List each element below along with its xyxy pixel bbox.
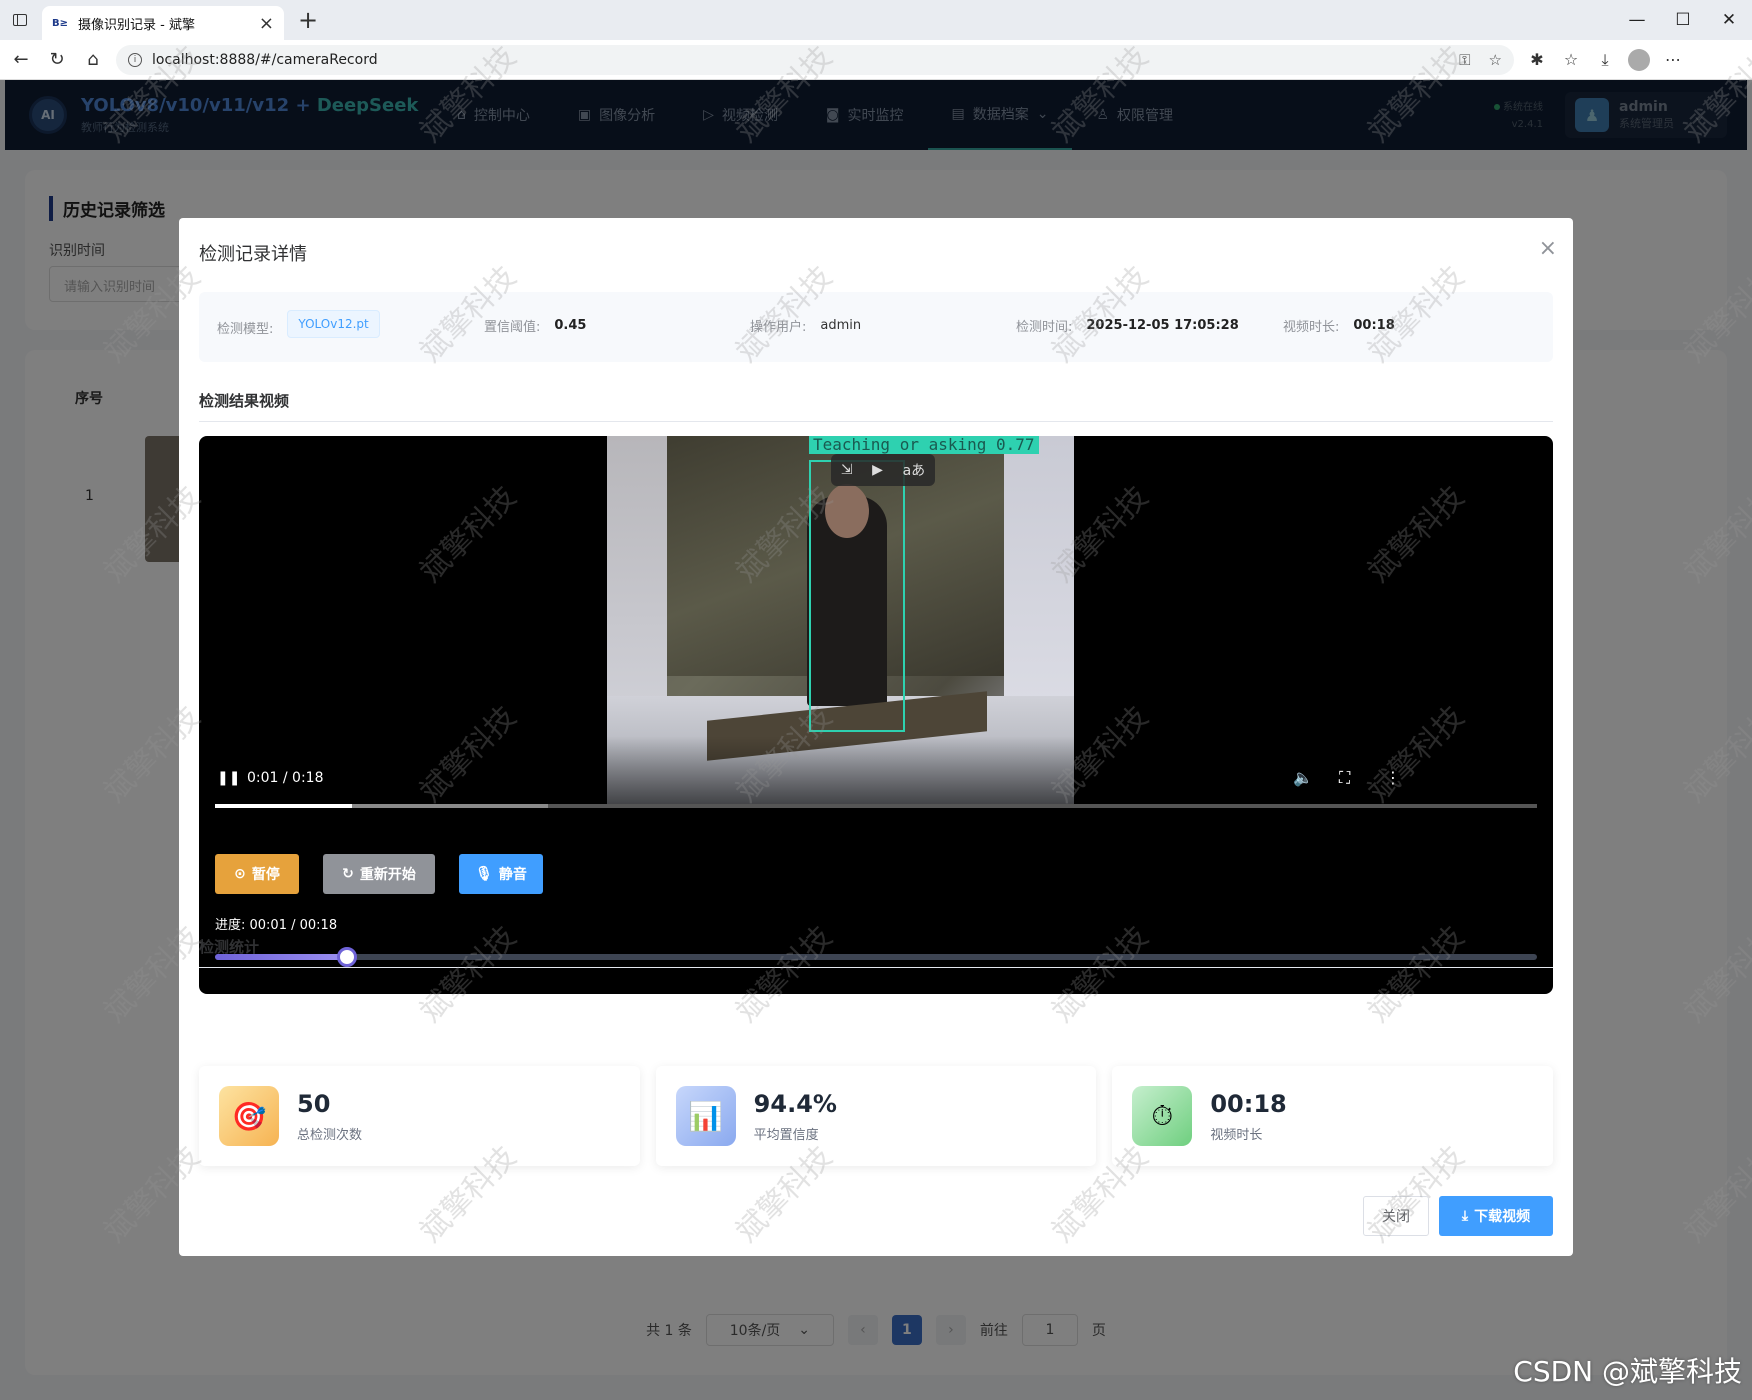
duration-label: 视频时长: (1283, 320, 1340, 335)
browser-tools: ✱ ☆ ⤓ ⋯ (1522, 45, 1688, 75)
time-value: 2025-12-05 17:05:28 (1086, 318, 1239, 333)
pause-icon: ⊙ (234, 866, 246, 882)
pause-button[interactable]: ⊙ 暂停 (215, 854, 299, 894)
reload-icon[interactable]: ↻ (42, 45, 72, 75)
duration-value: 00:18 (1353, 318, 1395, 333)
detail-dialog: 检测记录详情 × 检测模型: YOLOv12.pt 置信阈值: 0.45 操作用… (179, 218, 1573, 1256)
played-bar (215, 804, 353, 808)
browser-tab[interactable]: B≥ 摄像识别记录 - 斌擎 × (42, 6, 284, 40)
window-controls: — ☐ ✕ (1614, 0, 1752, 40)
cast-icon[interactable]: ▶ (872, 462, 883, 478)
site-info-icon[interactable]: i (128, 52, 142, 67)
profile-avatar[interactable] (1628, 48, 1650, 71)
stat-card-duration: ⏱ 00:18 视频时长 (1112, 1066, 1554, 1166)
model-label: 检测模型: (217, 321, 274, 337)
info-duration: 视频时长: 00:18 (1283, 316, 1395, 335)
refresh-icon: ↻ (342, 866, 354, 882)
conf-label: 置信阈值: (484, 320, 541, 335)
volume-icon[interactable]: 🔈 (1293, 768, 1313, 787)
pip-icon[interactable]: ⇲ (841, 462, 853, 478)
stat-label: 总检测次数 (297, 1127, 363, 1143)
native-pause-icon[interactable]: ❚❚ (217, 770, 240, 786)
stat-value: 50 (297, 1089, 331, 1118)
conf-value: 0.45 (554, 318, 587, 333)
stat-value: 94.4% (753, 1089, 837, 1118)
browser-titlebar: B≥ 摄像识别记录 - 斌擎 × + — ☐ ✕ (0, 0, 1752, 40)
close-button[interactable]: 关闭 (1363, 1196, 1429, 1236)
detection-box (809, 460, 905, 732)
time-label: 检测时间: (1016, 320, 1073, 335)
new-tab-icon[interactable]: + (298, 6, 318, 34)
tab-actions-icon[interactable] (0, 0, 40, 40)
record-info-bar: 检测模型: YOLOv12.pt 置信阈值: 0.45 操作用户: admin … (199, 292, 1553, 362)
stat-card-total: 🎯 50 总检测次数 (199, 1066, 640, 1166)
csdn-credit: CSDN @斌擎科技 (1513, 1355, 1742, 1388)
favorite-star-icon[interactable]: ☆ (1489, 51, 1502, 69)
user-label: 操作用户: (750, 320, 807, 335)
progress-text: 进度: 00:01 / 00:18 (215, 918, 338, 933)
favorites-icon[interactable]: ☆ (1556, 45, 1586, 75)
fullscreen-icon[interactable]: ⛶ (1339, 768, 1350, 788)
more-options-icon[interactable]: ⋮ (1385, 768, 1401, 787)
download-video-button[interactable]: ⤓ 下载视频 (1439, 1196, 1553, 1236)
pause-label: 暂停 (251, 867, 280, 883)
video-hover-toolbar: ⇲ ▶ aあ (831, 454, 935, 486)
bar-chart-icon: 📊 (675, 1086, 736, 1146)
stat-label: 平均置信度 (753, 1127, 819, 1143)
url-text[interactable]: localhost:8888/#/cameraRecord (152, 52, 1441, 68)
stopwatch-icon: ⏱ (1132, 1086, 1193, 1146)
target-icon: 🎯 (219, 1086, 279, 1146)
mute-label: 静音 (498, 867, 527, 883)
info-confidence: 置信阈值: 0.45 (484, 316, 586, 335)
minimize-icon[interactable]: — (1614, 0, 1660, 40)
more-icon[interactable]: ⋯ (1658, 45, 1688, 75)
dialog-footer: 关闭 ⤓ 下载视频 (1363, 1196, 1553, 1236)
native-time: 0:01 / 0:18 (247, 770, 324, 786)
address-bar[interactable]: i localhost:8888/#/cameraRecord ⚿ ☆ (116, 44, 1514, 75)
stats-section-title: 检测统计 (199, 936, 1553, 968)
home-browser-icon[interactable]: ⌂ (78, 45, 108, 75)
translate-icon[interactable]: aあ (903, 460, 926, 480)
maximize-icon[interactable]: ☐ (1660, 0, 1706, 40)
app-root: { "browser": { "tab_title": "摄像识别记录 - 斌擎… (0, 0, 1752, 1400)
dialog-title: 检测记录详情 (199, 244, 307, 265)
user-value: admin (820, 318, 862, 333)
stat-card-confidence: 📊 94.4% 平均置信度 (655, 1066, 1097, 1166)
detection-label: Teaching or asking 0.77 (809, 436, 1039, 454)
stat-label: 视频时长 (1210, 1127, 1263, 1143)
favicon-icon: B≥ (52, 17, 69, 29)
microphone-icon: 🎙 (475, 866, 493, 882)
browser-toolbar: ← ↻ ⌂ i localhost:8888/#/cameraRecord ⚿ … (0, 40, 1752, 80)
window-close-icon[interactable]: ✕ (1706, 0, 1752, 40)
restart-button[interactable]: ↻ 重新开始 (323, 854, 435, 894)
info-user: 操作用户: admin (750, 316, 861, 335)
tab-title: 摄像识别记录 - 斌擎 (78, 17, 195, 33)
info-time: 检测时间: 2025-12-05 17:05:28 (1016, 316, 1239, 335)
model-tag: YOLOv12.pt (287, 310, 380, 338)
download-icon: ⤓ (1461, 1208, 1469, 1224)
video-section-title: 检测结果视频 (199, 390, 1553, 422)
stat-value: 00:18 (1210, 1089, 1287, 1118)
native-controls: ❚❚ 0:01 / 0:18 🔈 ⛶ ⋮ (199, 736, 1553, 808)
dialog-close-icon[interactable]: × (1539, 236, 1557, 261)
extensions-icon[interactable]: ✱ (1522, 45, 1552, 75)
download-label: 下载视频 (1474, 1209, 1531, 1225)
restart-label: 重新开始 (359, 867, 416, 883)
key-icon[interactable]: ⚿ (1459, 51, 1470, 69)
download-icon[interactable]: ⤓ (1590, 45, 1620, 75)
tab-close-icon[interactable]: × (259, 13, 274, 34)
stats-cards: 🎯 50 总检测次数 📊 94.4% 平均置信度 ⏱ 00:18 视频时长 (199, 1066, 1554, 1166)
video-button-row: ⊙ 暂停 ↻ 重新开始 🎙 静音 (215, 854, 543, 894)
native-seek-bar[interactable] (215, 804, 1537, 808)
info-model: 检测模型: YOLOv12.pt (217, 310, 380, 338)
back-icon[interactable]: ← (6, 45, 36, 75)
result-video-player[interactable]: Teaching or asking 0.77 ⇲ ▶ aあ ❚❚ 0:01 /… (199, 436, 1553, 994)
mute-button[interactable]: 🎙 静音 (459, 854, 543, 894)
